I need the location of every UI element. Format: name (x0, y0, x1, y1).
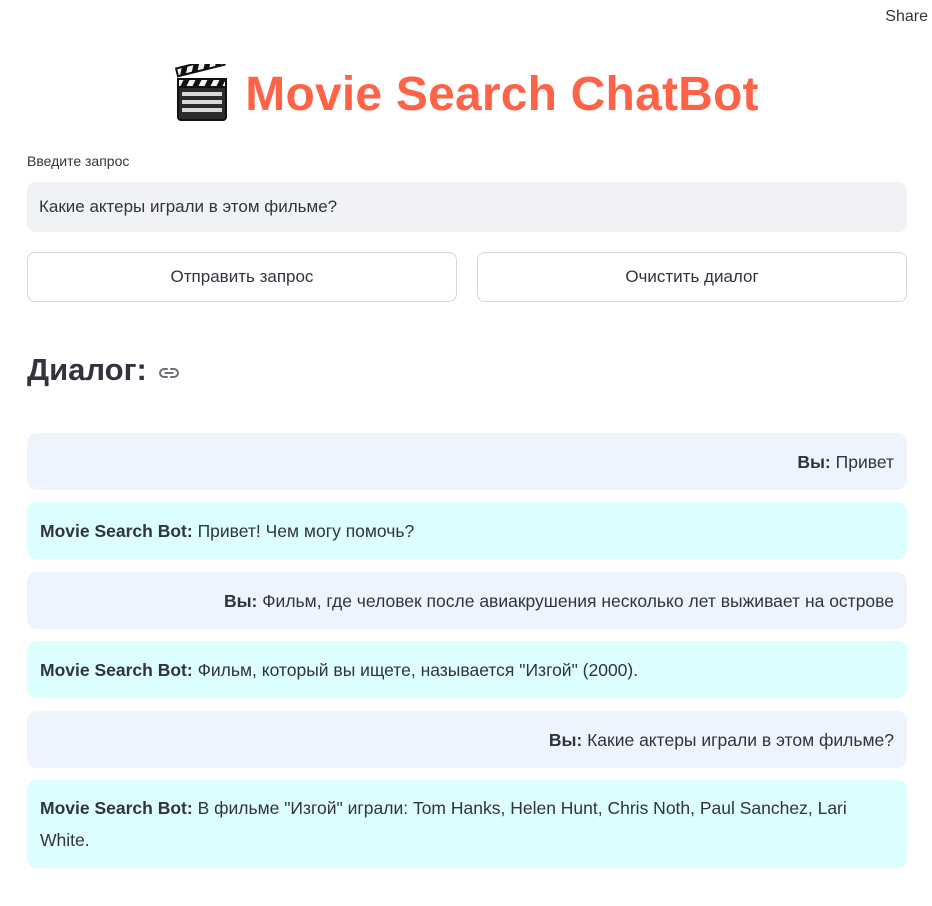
bot-message: Movie Search Bot: В фильме "Изгой" играл… (27, 780, 907, 868)
user-message: Вы: Привет (27, 433, 907, 490)
send-query-button[interactable]: Отправить запрос (27, 252, 457, 302)
user-message: Вы: Какие актеры играли в этом фильме? (27, 711, 907, 768)
message-text: Фильм, который вы ищете, называется "Изг… (197, 659, 639, 680)
bot-message: Movie Search Bot: Привет! Чем могу помоч… (27, 502, 907, 559)
dialog-heading: Диалог: (27, 352, 181, 388)
dialog-title: Диалог: (27, 352, 147, 387)
page-title: Movie Search ChatBot (0, 55, 932, 124)
message-text: Привет (835, 451, 894, 472)
message-text: Какие актеры играли в этом фильме? (587, 729, 894, 750)
message-text: Привет! Чем могу помочь? (197, 520, 415, 541)
message-speaker: Вы: (223, 590, 258, 611)
query-input[interactable] (27, 182, 907, 232)
query-label: Введите запрос (27, 153, 130, 169)
app-title: Movie Search ChatBot (245, 67, 759, 121)
message-speaker: Movie Search Bot: (40, 659, 193, 680)
user-message: Вы: Фильм, где человек после авиакрушени… (27, 572, 907, 629)
message-speaker: Вы: (548, 729, 583, 750)
message-speaker: Вы: (797, 451, 831, 472)
bot-message: Movie Search Bot: Фильм, который вы ищет… (27, 641, 907, 698)
clapper-board-icon (173, 55, 231, 124)
message-speaker: Movie Search Bot: (40, 520, 193, 541)
message-text: Фильм, где человек после авиакрушения не… (262, 590, 894, 611)
clear-dialog-button[interactable]: Очистить диалог (477, 252, 907, 302)
message-speaker: Movie Search Bot: (40, 798, 193, 818)
link-icon[interactable] (157, 361, 181, 385)
app-page: Share Movie Search ChatBot Введите запро… (0, 0, 932, 906)
share-link[interactable]: Share (885, 8, 928, 26)
